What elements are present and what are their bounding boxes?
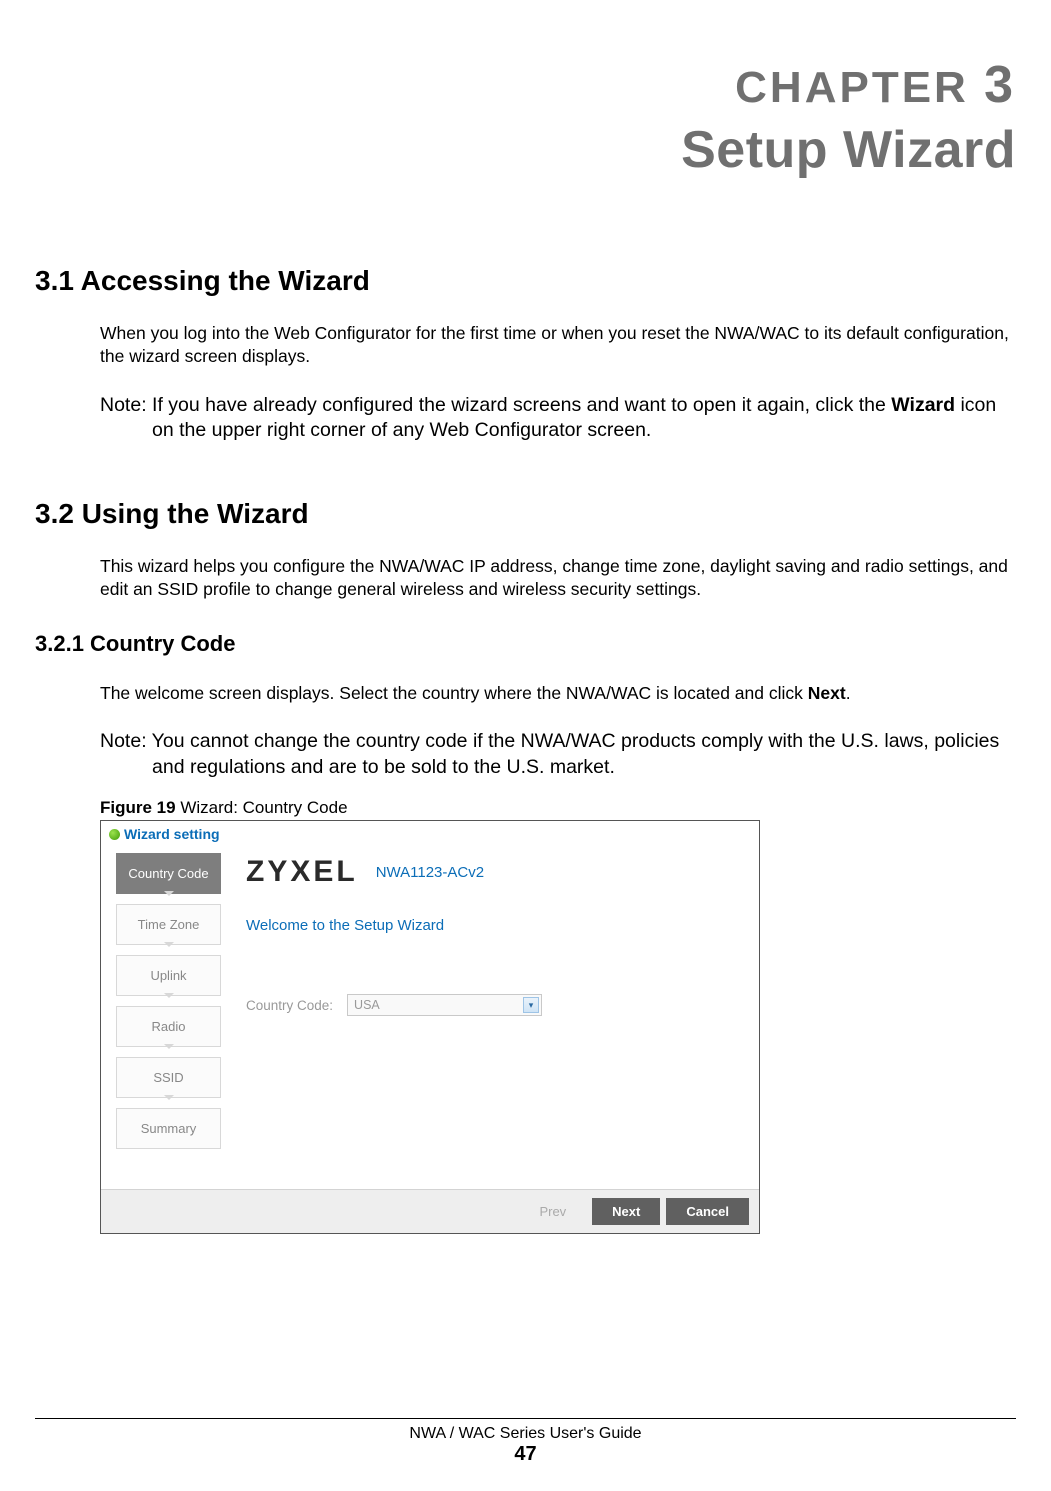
- step-label: Country Code: [128, 866, 208, 881]
- section-3-2-1-heading: 3.2.1 Country Code: [35, 631, 1016, 657]
- chapter-word: CHAPTER: [735, 63, 969, 112]
- step-label: Summary: [141, 1121, 197, 1136]
- figure-caption: Figure 19 Wizard: Country Code: [100, 798, 1011, 818]
- cancel-button[interactable]: Cancel: [666, 1198, 749, 1225]
- reload-icon: [109, 829, 120, 840]
- wizard-window: Wizard setting Country Code Time Zone Up…: [100, 820, 760, 1234]
- wizard-footer: Prev Next Cancel: [101, 1189, 759, 1233]
- section-3-1-heading: 3.1 Accessing the Wizard: [35, 265, 1016, 297]
- step-label: Time Zone: [138, 917, 200, 932]
- step-country-code[interactable]: Country Code: [116, 853, 221, 894]
- country-code-dropdown[interactable]: USA ▾: [347, 994, 542, 1016]
- step-label: Uplink: [150, 968, 186, 983]
- note-bold: Wizard: [891, 394, 955, 416]
- wizard-steps: Country Code Time Zone Uplink Radio SSID…: [116, 847, 221, 1159]
- prev-button[interactable]: Prev: [519, 1198, 586, 1225]
- para-bold: Next: [808, 683, 846, 703]
- section-3-2-heading: 3.2 Using the Wizard: [35, 498, 1016, 530]
- model-name: NWA1123-ACv2: [376, 864, 484, 881]
- figure-label: Figure 19: [100, 798, 176, 817]
- note-text: Note: If you have already configured the…: [100, 394, 891, 416]
- chapter-label: CHAPTER 3: [35, 55, 1016, 115]
- footer-guide: NWA / WAC Series User's Guide: [409, 1425, 641, 1442]
- para-text: The welcome screen displays. Select the …: [100, 683, 808, 703]
- para-text-end: .: [846, 683, 851, 703]
- welcome-text: Welcome to the Setup Wizard: [246, 917, 741, 934]
- chevron-down-icon: ▾: [523, 997, 539, 1013]
- step-uplink[interactable]: Uplink: [116, 955, 221, 996]
- step-time-zone[interactable]: Time Zone: [116, 904, 221, 945]
- step-ssid[interactable]: SSID: [116, 1057, 221, 1098]
- page-number: 47: [35, 1443, 1016, 1466]
- next-button[interactable]: Next: [592, 1198, 660, 1225]
- brand-logo: ZYXEL: [246, 855, 358, 889]
- page-footer: NWA / WAC Series User's Guide 47: [35, 1418, 1016, 1466]
- step-label: SSID: [153, 1070, 183, 1085]
- step-radio[interactable]: Radio: [116, 1006, 221, 1047]
- chapter-number: 3: [984, 56, 1016, 114]
- step-summary[interactable]: Summary: [116, 1108, 221, 1149]
- section-3-1-note: Note: If you have already configured the…: [100, 393, 1011, 444]
- wizard-titlebar: Wizard setting: [101, 821, 759, 847]
- wizard-title-text: Wizard setting: [124, 826, 220, 842]
- section-3-2-1-para: The welcome screen displays. Select the …: [100, 682, 1011, 705]
- figure-caption-text: Wizard: Country Code: [176, 798, 348, 817]
- section-3-2-1-note: Note: You cannot change the country code…: [100, 729, 1011, 780]
- country-code-label: Country Code:: [246, 998, 333, 1013]
- section-3-1-para: When you log into the Web Configurator f…: [100, 322, 1011, 368]
- step-label: Radio: [152, 1019, 186, 1034]
- chapter-title: Setup Wizard: [35, 120, 1016, 180]
- section-3-2-para: This wizard helps you configure the NWA/…: [100, 555, 1011, 601]
- dropdown-value: USA: [354, 998, 380, 1012]
